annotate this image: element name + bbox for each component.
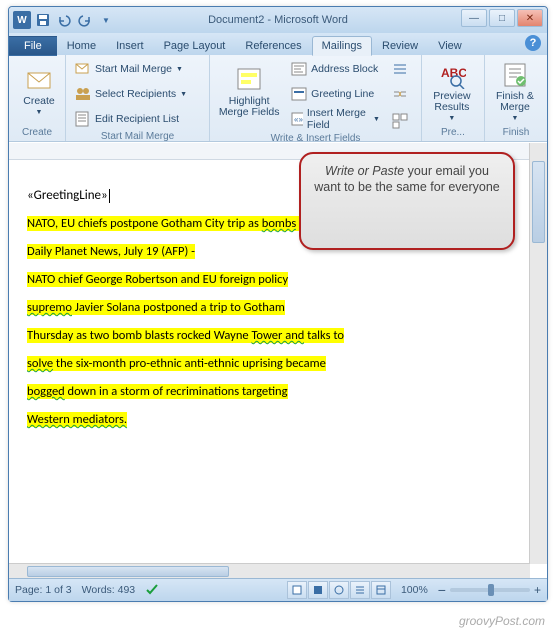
page[interactable]: Write or Paste your email you want to be… <box>9 160 530 579</box>
rules-button[interactable] <box>387 59 417 83</box>
scrollbar-thumb[interactable] <box>27 566 229 577</box>
view-buttons <box>287 581 391 599</box>
horizontal-scrollbar[interactable] <box>9 563 530 579</box>
proofing-icon[interactable] <box>145 582 159 599</box>
statusbar: Page: 1 of 3 Words: 493 100% − + <box>9 578 547 601</box>
view-full-screen-button[interactable] <box>308 581 328 599</box>
preview-results-button[interactable]: ABC Preview Results▼ <box>426 57 478 127</box>
update-labels-button[interactable] <box>387 109 417 133</box>
status-words[interactable]: Words: 493 <box>82 584 136 596</box>
zoom-in-button[interactable]: + <box>534 583 541 597</box>
group-start-mail-merge-label: Start Mail Merge <box>70 131 205 143</box>
scrollbar-thumb[interactable] <box>532 161 545 243</box>
document-area: Write or Paste your email you want to be… <box>9 143 547 579</box>
zoom-slider-thumb[interactable] <box>488 584 494 596</box>
close-button[interactable]: ✕ <box>517 9 543 27</box>
address-block-button[interactable]: Address Block <box>286 57 385 81</box>
qat-undo-icon[interactable] <box>55 11 73 29</box>
preview-icon: ABC <box>438 61 466 89</box>
highlight-icon <box>235 66 263 94</box>
tab-references[interactable]: References <box>235 36 311 56</box>
watermark: groovyPost.com <box>459 614 545 628</box>
callout-annotation: Write or Paste your email you want to be… <box>299 152 515 250</box>
recipients-icon <box>75 86 91 102</box>
mail-merge-icon <box>75 61 91 77</box>
highlight-merge-fields-button[interactable]: Highlight Merge Fields <box>214 57 284 127</box>
merge-field-icon: «» <box>291 111 303 127</box>
tab-mailings[interactable]: Mailings <box>312 36 372 56</box>
zoom-out-button[interactable]: − <box>438 582 446 598</box>
match-icon <box>392 88 408 104</box>
view-outline-button[interactable] <box>350 581 370 599</box>
ribbon: Create▼ Create Start Mail Merge ▼ Select… <box>9 55 547 142</box>
tab-home[interactable]: Home <box>57 36 106 56</box>
qat-save-icon[interactable] <box>34 11 52 29</box>
create-button[interactable]: Create▼ <box>13 57 65 127</box>
match-fields-button[interactable] <box>387 84 417 108</box>
envelope-icon <box>25 66 53 94</box>
word-icon: W <box>13 11 31 29</box>
qat-redo-icon[interactable] <box>76 11 94 29</box>
vertical-scrollbar[interactable] <box>529 143 547 564</box>
finish-icon <box>501 61 529 89</box>
ribbon-tabs: File Home Insert Page Layout References … <box>9 33 547 55</box>
tab-view[interactable]: View <box>428 36 472 56</box>
tab-page-layout[interactable]: Page Layout <box>154 36 236 56</box>
qat-dropdown-icon[interactable]: ▼ <box>97 11 115 29</box>
edit-list-icon <box>75 111 91 127</box>
insert-merge-field-button[interactable]: «»Insert Merge Field ▼ <box>286 107 385 131</box>
finish-merge-button[interactable]: Finish & Merge▼ <box>489 57 541 127</box>
group-finish-label: Finish <box>489 127 543 139</box>
group-create-label: Create <box>13 127 61 139</box>
greeting-line-button[interactable]: Greeting Line <box>286 82 385 106</box>
svg-text:«»: «» <box>294 115 303 124</box>
zoom-level[interactable]: 100% <box>401 584 428 596</box>
view-web-layout-button[interactable] <box>329 581 349 599</box>
view-draft-button[interactable] <box>371 581 391 599</box>
view-print-layout-button[interactable] <box>287 581 307 599</box>
group-preview-label: Pre... <box>426 127 480 139</box>
tab-review[interactable]: Review <box>372 36 428 56</box>
start-mail-merge-button[interactable]: Start Mail Merge ▼ <box>70 57 192 81</box>
tab-file[interactable]: File <box>9 36 57 56</box>
maximize-button[interactable]: □ <box>489 9 515 27</box>
select-recipients-button[interactable]: Select Recipients ▼ <box>70 82 192 106</box>
greeting-icon <box>291 86 307 102</box>
zoom-slider[interactable] <box>450 588 530 592</box>
labels-icon <box>392 113 408 129</box>
svg-text:ABC: ABC <box>441 66 466 80</box>
titlebar: W ▼ Document2 - Microsoft Word — □ ✕ <box>9 7 547 33</box>
status-page[interactable]: Page: 1 of 3 <box>15 584 72 596</box>
help-icon[interactable]: ? <box>525 35 541 51</box>
minimize-button[interactable]: — <box>461 9 487 27</box>
address-icon <box>291 61 307 77</box>
tab-insert[interactable]: Insert <box>106 36 154 56</box>
edit-recipient-list-button[interactable]: Edit Recipient List <box>70 107 192 131</box>
rules-icon <box>392 63 408 79</box>
